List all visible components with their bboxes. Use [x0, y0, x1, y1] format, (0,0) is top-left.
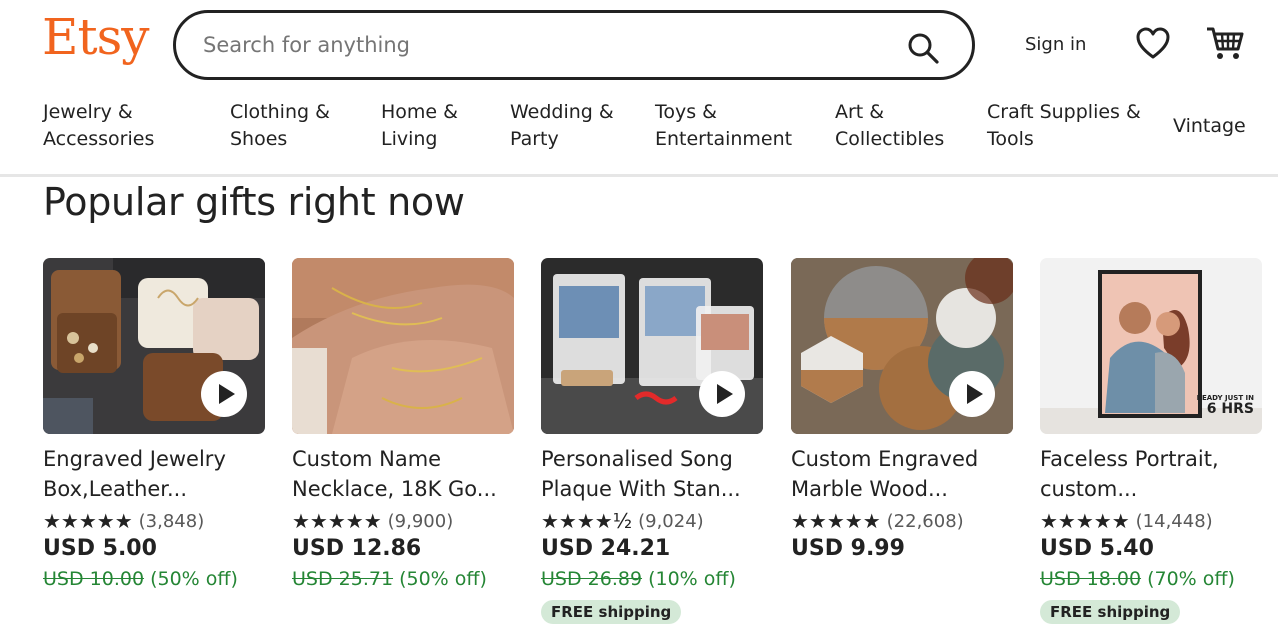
nav-craft-supplies-tools[interactable]: Craft Supplies & Tools: [987, 99, 1141, 153]
original-price: USD 25.71 (50% off): [292, 568, 487, 590]
star-rating-icon: ★★★★★: [43, 509, 133, 533]
play-video-button[interactable]: [699, 371, 745, 417]
original-price: USD 26.89 (10% off): [541, 568, 736, 590]
product-rating: ★★★★★ (22,608): [791, 508, 1013, 534]
nav-clothing-shoes[interactable]: Clothing & Shoes: [230, 99, 330, 153]
product-price: USD 12.86: [292, 536, 422, 561]
star-rating-icon: ★★★★★: [292, 509, 382, 533]
product-rating: ★★★★★ (3,848): [43, 508, 265, 534]
nav-home-living[interactable]: Home & Living: [381, 99, 458, 153]
free-shipping-badge: FREE shipping: [541, 600, 682, 624]
search-icon[interactable]: [906, 31, 940, 65]
product-image[interactable]: READY JUST IN 6 HRS: [1040, 258, 1262, 434]
play-video-button[interactable]: [949, 371, 995, 417]
original-price: USD 10.00 (50% off): [43, 568, 238, 590]
product-price: USD 9.99: [791, 536, 905, 561]
play-video-button[interactable]: [201, 371, 247, 417]
etsy-logo[interactable]: Etsy: [42, 12, 149, 62]
product-card[interactable]: Personalised Song Plaque With Stan... ★★…: [541, 258, 763, 624]
nav-toys-entertainment[interactable]: Toys & Entertainment: [655, 99, 792, 153]
original-price: USD 18.00 (70% off): [1040, 568, 1235, 590]
nav-art-collectibles[interactable]: Art & Collectibles: [835, 99, 944, 153]
star-rating-icon: ★★★★½: [541, 509, 633, 533]
nav-vintage[interactable]: Vintage: [1173, 113, 1246, 140]
review-count: (9,900): [387, 510, 454, 532]
product-title[interactable]: Faceless Portrait, custom...: [1040, 444, 1262, 504]
cart-icon[interactable]: [1205, 24, 1245, 62]
nav-wedding-party[interactable]: Wedding & Party: [510, 99, 614, 153]
product-price: USD 24.21: [541, 536, 671, 561]
product-price: USD 5.40: [1040, 536, 1154, 561]
heart-icon[interactable]: [1136, 27, 1170, 61]
review-count: (22,608): [886, 510, 964, 532]
product-title[interactable]: Custom Engraved Marble Wood...: [791, 444, 1013, 504]
product-title[interactable]: Engraved Jewelry Box,Leather...: [43, 444, 265, 504]
product-image[interactable]: [541, 258, 763, 434]
product-rating: ★★★★½ (9,024): [541, 508, 763, 534]
star-rating-icon: ★★★★★: [791, 509, 881, 533]
product-title[interactable]: Custom Name Necklace, 18K Go...: [292, 444, 514, 504]
review-count: (14,448): [1135, 510, 1213, 532]
ready-time-label: READY JUST IN 6 HRS: [1196, 394, 1254, 417]
review-count: (3,848): [138, 510, 205, 532]
product-rating: ★★★★★ (9,900): [292, 508, 514, 534]
search-input[interactable]: Search for anything: [203, 33, 410, 57]
product-image[interactable]: [43, 258, 265, 434]
search-bar[interactable]: Search for anything: [173, 10, 975, 80]
product-image[interactable]: [292, 258, 514, 434]
product-rating: ★★★★★ (14,448): [1040, 508, 1262, 534]
star-rating-icon: ★★★★★: [1040, 509, 1130, 533]
header-divider: [0, 174, 1278, 177]
product-card[interactable]: Custom Engraved Marble Wood... ★★★★★ (22…: [791, 258, 1013, 566]
product-card[interactable]: Engraved Jewelry Box,Leather... ★★★★★ (3…: [43, 258, 265, 596]
sign-in-link[interactable]: Sign in: [1025, 34, 1086, 55]
nav-jewelry-accessories[interactable]: Jewelry & Accessories: [43, 99, 154, 153]
product-card[interactable]: Custom Name Necklace, 18K Go... ★★★★★ (9…: [292, 258, 514, 596]
review-count: (9,024): [638, 510, 704, 532]
product-price: USD 5.00: [43, 536, 157, 561]
product-photo-name-necklace: [292, 258, 514, 434]
product-image[interactable]: [791, 258, 1013, 434]
product-title[interactable]: Personalised Song Plaque With Stan...: [541, 444, 763, 504]
section-title: Popular gifts right now: [43, 180, 465, 224]
free-shipping-badge: FREE shipping: [1040, 600, 1181, 624]
product-card[interactable]: READY JUST IN 6 HRS Faceless Portrait, c…: [1040, 258, 1262, 624]
